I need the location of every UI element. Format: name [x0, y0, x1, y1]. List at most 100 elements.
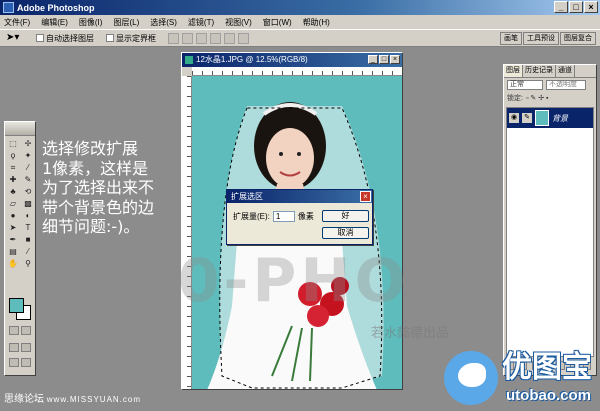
face-shape [266, 128, 314, 188]
type-tool-icon[interactable]: T [22, 223, 34, 233]
gradient-tool-icon[interactable]: ▩ [22, 199, 34, 209]
quick-mask-icon[interactable] [21, 326, 31, 335]
marquee-tool-icon[interactable]: ⬚ [7, 139, 19, 149]
lasso-tool-icon[interactable]: ϙ [7, 151, 19, 161]
eraser-tool-icon[interactable]: ▱ [7, 199, 19, 209]
layer-thumbnail [535, 110, 549, 126]
hand-tool-icon[interactable]: ✋ [7, 259, 19, 269]
doc-close-button[interactable]: × [390, 55, 400, 64]
doc-minimize-button[interactable]: _ [368, 55, 378, 64]
cancel-button[interactable]: 取消 [322, 227, 369, 239]
pen-tool-icon[interactable]: ✒ [7, 235, 19, 245]
tab-channels[interactable]: 通道 [556, 65, 575, 77]
move-tool-icon[interactable]: ✢ [22, 139, 34, 149]
clone-stamp-icon[interactable]: ♣ [7, 187, 19, 197]
options-bar: ➤▾ 自动选择图层 显示定界框 画笔 工具预设 图层复合 [0, 29, 600, 47]
align-top-icon[interactable] [168, 32, 179, 44]
align-center-icon[interactable] [224, 32, 235, 44]
minimize-button[interactable]: _ [554, 1, 568, 13]
path-select-icon[interactable]: ➤ [7, 223, 19, 233]
ok-button[interactable]: 好 [322, 210, 369, 222]
dialog-titlebar[interactable]: 扩展选区 × [227, 190, 372, 203]
align-buttons [168, 32, 249, 44]
brush-icon[interactable]: ✎ [522, 113, 532, 123]
menu-window[interactable]: 窗口(W) [263, 17, 292, 28]
history-brush-icon[interactable]: ⟲ [22, 187, 34, 197]
document-titlebar[interactable]: 12水晶1.JPG @ 12.5%(RGB/8) _ □ × [182, 53, 402, 67]
align-right-icon[interactable] [238, 32, 249, 44]
expand-unit-label: 像素 [297, 212, 314, 221]
tab-brushes[interactable]: 画笔 [500, 32, 522, 45]
expand-amount-label: 扩展量(E): [233, 212, 270, 221]
screen-mode-standard-icon[interactable] [9, 343, 19, 352]
healing-brush-icon[interactable]: ✚ [7, 175, 19, 185]
palette-well: 画笔 工具预设 图层复合 [500, 32, 596, 45]
dialog-close-button[interactable]: × [360, 191, 371, 202]
palette-tabs: 图层 历史记录 通道 [504, 65, 596, 78]
bird-logo-icon [444, 351, 498, 405]
menu-view[interactable]: 视图(V) [225, 17, 252, 28]
tutorial-annotation: 选择修改扩展 1像素，这样是 为了选择出来不 带个背景色的边 细节问题:-)。 [42, 139, 182, 237]
menu-help[interactable]: 帮助(H) [303, 17, 330, 28]
menu-file[interactable]: 文件(F) [4, 17, 30, 28]
edit-in-imageready-icon[interactable] [21, 358, 31, 367]
dodge-tool-icon[interactable]: ◐ [22, 211, 34, 221]
menu-select[interactable]: 选择(S) [150, 17, 177, 28]
document-icon [185, 56, 193, 64]
screen-mode-full-icon[interactable] [21, 343, 31, 352]
crop-tool-icon[interactable]: ⌗ [7, 163, 19, 173]
menu-bar: 文件(F) 编辑(E) 图像(I) 图层(L) 选择(S) 滤镜(T) 视图(V… [0, 15, 600, 29]
blend-row: 正常 不透明度 [504, 78, 596, 91]
menu-image[interactable]: 图像(I) [79, 17, 103, 28]
opacity-field[interactable]: 不透明度 [546, 79, 586, 90]
shape-tool-icon[interactable]: ■ [22, 235, 34, 245]
tab-history[interactable]: 历史记录 [523, 65, 556, 77]
eyedropper-icon[interactable]: ⁄ [22, 247, 34, 257]
app-titlebar: Adobe Photoshop _ □ × [0, 0, 600, 15]
logo-title: 优图宝 [502, 350, 592, 385]
tab-tool-presets[interactable]: 工具预设 [523, 32, 559, 45]
lock-icon[interactable]: ▫ ✎ ✢ ▪ [526, 94, 549, 102]
auto-select-layer-checkbox[interactable]: 自动选择图层 [36, 33, 94, 44]
slice-tool-icon[interactable]: ⁄ [22, 163, 34, 173]
blur-tool-icon[interactable]: ● [7, 211, 19, 221]
align-left-icon[interactable] [210, 32, 221, 44]
zoom-tool-icon[interactable]: ⚲ [22, 259, 34, 269]
brush-tool-icon[interactable]: ✎ [22, 175, 34, 185]
annotation-line: 1像素，这样是 [42, 158, 149, 178]
layer-row-background[interactable]: ◉ ✎ 背景 [507, 108, 593, 128]
menu-layer[interactable]: 图层(L) [113, 17, 139, 28]
watermark-credit: 若水懿德出品 [371, 326, 450, 341]
maximize-button[interactable]: □ [569, 1, 583, 13]
checkbox-box [106, 34, 114, 42]
lock-label: 锁定: [507, 94, 523, 102]
jump-to-buttons [9, 358, 31, 367]
logo-url: utobao.com [506, 387, 591, 404]
blend-mode-select[interactable]: 正常 [507, 79, 543, 90]
dialog-title: 扩展选区 [231, 192, 263, 201]
tab-layers[interactable]: 图层 [504, 65, 523, 77]
vertical-ruler[interactable] [182, 76, 192, 389]
move-tool-icon[interactable]: ➤▾ [6, 32, 24, 45]
standard-mode-icon[interactable] [9, 326, 19, 335]
menu-edit[interactable]: 编辑(E) [41, 17, 68, 28]
forum-name: 思缘论坛 [4, 394, 44, 405]
foreground-color-swatch[interactable] [9, 298, 24, 313]
imageready-icon[interactable] [9, 358, 19, 367]
magic-wand-tool-icon[interactable]: ✦ [22, 151, 34, 161]
align-middle-icon[interactable] [182, 32, 193, 44]
forum-url: www.MISSYUAN.com [46, 395, 142, 404]
app-title: Adobe Photoshop [17, 2, 95, 13]
eye-left [279, 152, 283, 156]
align-bottom-icon[interactable] [196, 32, 207, 44]
menu-filter[interactable]: 滤镜(T) [188, 17, 214, 28]
horizontal-ruler[interactable] [192, 67, 402, 76]
notes-tool-icon[interactable]: ▤ [7, 247, 19, 257]
close-button[interactable]: × [584, 1, 598, 13]
show-bounding-box-checkbox[interactable]: 显示定界框 [106, 33, 156, 44]
layer-list: ◉ ✎ 背景 [506, 107, 594, 357]
tab-layer-comps[interactable]: 图层复合 [560, 32, 596, 45]
doc-maximize-button[interactable]: □ [379, 55, 389, 64]
expand-amount-input[interactable]: 1 [272, 211, 295, 222]
eye-icon[interactable]: ◉ [509, 113, 519, 123]
